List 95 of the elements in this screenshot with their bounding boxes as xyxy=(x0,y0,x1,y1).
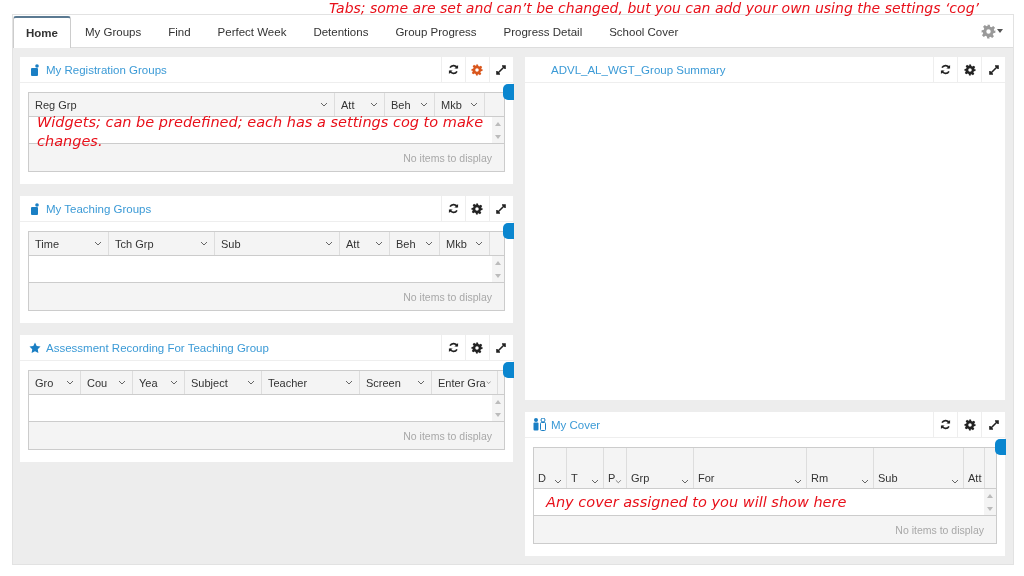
column-header[interactable]: Att xyxy=(335,93,385,116)
chevron-icon xyxy=(554,479,562,484)
widget-title: ADVL_AL_WGT_Group Summary xyxy=(551,63,727,76)
widget-title: My Registration Groups xyxy=(46,63,168,76)
column-header[interactable]: Subject xyxy=(185,371,262,394)
annotation-note: Any cover assigned to you will show here xyxy=(546,493,847,512)
column-header[interactable]: Gro xyxy=(29,371,81,394)
column-header[interactable]: T xyxy=(567,448,604,488)
settings-icon xyxy=(471,341,484,354)
widget-title: My Teaching Groups xyxy=(46,202,153,215)
expand-icon xyxy=(496,203,507,214)
settings-icon xyxy=(471,202,484,215)
tab[interactable]: Progress Detail xyxy=(490,16,596,47)
refresh-icon xyxy=(448,342,459,353)
column-header[interactable]: For xyxy=(694,448,807,488)
column-header[interactable]: D xyxy=(534,448,567,488)
chevron-icon xyxy=(475,241,483,246)
column-header[interactable]: Grp xyxy=(627,448,694,488)
column-header[interactable]: Att xyxy=(340,232,390,255)
expand-icon xyxy=(988,64,999,75)
column-header[interactable]: Rm xyxy=(807,448,874,488)
settings-menu-button[interactable] xyxy=(981,23,1003,39)
scroll-handle[interactable] xyxy=(503,84,514,100)
person-icon xyxy=(31,202,39,215)
scroll-handle[interactable] xyxy=(995,439,1006,455)
column-header[interactable]: Mkb xyxy=(435,93,485,116)
column-header[interactable]: Reg Grp xyxy=(29,93,335,116)
scroll-handle[interactable] xyxy=(503,362,514,378)
tab[interactable]: My Groups xyxy=(71,16,155,47)
widget-title: My Cover xyxy=(551,418,602,431)
settings-icon xyxy=(471,63,484,76)
refresh-icon xyxy=(448,203,459,214)
tab[interactable]: School Cover xyxy=(596,16,692,47)
expand-icon xyxy=(988,419,999,430)
expand-icon xyxy=(496,342,507,353)
refresh-icon xyxy=(940,64,951,75)
annotation-note: Widgets; can be predefined; each has a settings cog to make changes. xyxy=(37,113,485,151)
column-header[interactable]: Sub xyxy=(215,232,340,255)
tab[interactable]: Detentions xyxy=(300,16,382,47)
chevron-icon xyxy=(375,241,383,246)
chevron-icon xyxy=(94,241,102,246)
chevron-icon xyxy=(591,479,599,484)
empty-message: No items to display xyxy=(403,290,492,303)
chevron-icon xyxy=(861,479,869,484)
people-icon xyxy=(533,418,547,431)
chevron-icon xyxy=(170,380,178,385)
refresh-icon xyxy=(448,64,459,75)
column-header[interactable]: Sub xyxy=(874,448,964,488)
column-header[interactable]: Mkb xyxy=(440,232,490,255)
expand-icon xyxy=(496,64,507,75)
chevron-icon xyxy=(118,380,126,385)
column-header[interactable]: Time xyxy=(29,232,109,255)
chevron-icon xyxy=(615,479,622,484)
scroll-handle[interactable] xyxy=(503,223,514,239)
chevron-icon xyxy=(325,241,333,246)
column-header[interactable]: Cou xyxy=(81,371,133,394)
chevron-icon xyxy=(345,380,353,385)
column-header[interactable]: Enter Gra xyxy=(432,371,498,394)
chevron-icon xyxy=(370,102,378,107)
chevron-icon xyxy=(417,380,425,385)
empty-message: No items to display xyxy=(895,523,984,536)
settings-icon xyxy=(963,63,976,76)
chevron-icon xyxy=(66,380,74,385)
chevron-icon xyxy=(681,479,689,484)
chevron-icon xyxy=(794,479,802,484)
column-header[interactable]: Att xyxy=(964,448,985,488)
annotation-note: Tabs; some are set and can’t be changed, but you can add your own using the settings ‘cog’ xyxy=(329,0,979,18)
tab[interactable]: Find xyxy=(155,16,204,47)
widget-title: Assessment Recording For Teaching Group xyxy=(46,341,270,354)
chevron-icon xyxy=(485,380,491,385)
chevron-icon xyxy=(320,102,328,107)
star-icon xyxy=(29,341,41,354)
chevron-icon xyxy=(425,241,433,246)
settings-icon xyxy=(963,418,976,431)
chevron-icon xyxy=(420,102,428,107)
chevron-icon xyxy=(470,102,478,107)
chevron-icon xyxy=(951,479,959,484)
empty-message: No items to display xyxy=(403,429,492,442)
tab[interactable]: Perfect Week xyxy=(204,16,300,47)
person-icon xyxy=(31,63,39,76)
column-header[interactable]: Screen xyxy=(360,371,432,394)
column-header[interactable]: Teacher xyxy=(262,371,360,394)
column-header[interactable]: Tch Grp xyxy=(109,232,215,255)
column-header[interactable]: P xyxy=(604,448,627,488)
tab[interactable]: Home xyxy=(13,16,71,48)
chevron-icon xyxy=(200,241,208,246)
column-header[interactable]: Yea xyxy=(133,371,185,394)
tab[interactable]: Group Progress xyxy=(382,16,490,47)
settings-icon xyxy=(981,23,996,39)
empty-message: No items to display xyxy=(403,151,492,164)
column-header[interactable]: Beh xyxy=(385,93,435,116)
column-header[interactable]: Beh xyxy=(390,232,440,255)
refresh-icon xyxy=(940,419,951,430)
caret-icon xyxy=(997,29,1003,33)
chevron-icon xyxy=(247,380,255,385)
